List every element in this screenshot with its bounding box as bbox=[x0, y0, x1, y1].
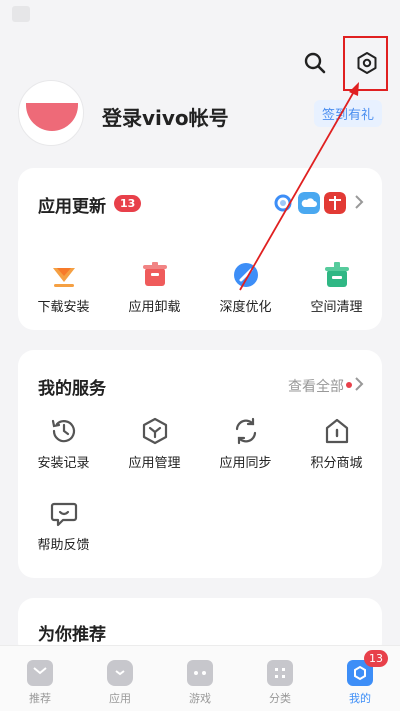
action-label: 深度优化 bbox=[219, 300, 272, 315]
app-manage-icon bbox=[142, 417, 167, 445]
trash-icon bbox=[142, 262, 167, 286]
tab-apps[interactable]: 应用 bbox=[80, 646, 160, 711]
update-actions-row: 下载安装 应用卸载 深度优化 空间清理 bbox=[18, 260, 382, 315]
notification-dot bbox=[346, 382, 352, 388]
category-icon bbox=[267, 660, 293, 686]
bottom-tab-bar: 推荐 应用 游戏 分类 我的 13 bbox=[0, 645, 400, 711]
service-label: 帮助反馈 bbox=[37, 538, 90, 553]
status-bar bbox=[0, 0, 400, 30]
tab-label: 应用 bbox=[109, 692, 131, 705]
feedback-icon bbox=[50, 502, 77, 527]
see-all-link[interactable]: 查看全部 bbox=[288, 376, 344, 396]
my-services-card: 我的服务 查看全部 安装记录 应用管理 应用同步 积分商城 帮助反馈 bbox=[18, 350, 382, 578]
signin-reward-button[interactable]: 签到有礼 bbox=[313, 100, 382, 127]
services-row-1: 安装记录 应用管理 应用同步 积分商城 bbox=[18, 416, 382, 471]
profile-section: 登录vivo帐号 签到有礼 bbox=[18, 80, 382, 150]
update-count-badge: 13 bbox=[114, 195, 142, 212]
recommend-title: 为你推荐 bbox=[38, 625, 106, 645]
recommend-icon bbox=[27, 660, 53, 686]
action-label: 下载安装 bbox=[37, 300, 90, 315]
tab-recommend[interactable]: 推荐 bbox=[0, 646, 80, 711]
chevron-right-icon[interactable] bbox=[354, 194, 364, 210]
action-download-install[interactable]: 下载安装 bbox=[18, 260, 109, 315]
mine-count-badge: 13 bbox=[364, 650, 388, 667]
action-label: 应用卸载 bbox=[128, 300, 181, 315]
avatar[interactable] bbox=[18, 80, 84, 146]
login-link[interactable]: 登录vivo帐号 bbox=[102, 102, 229, 131]
service-label: 安装记录 bbox=[37, 456, 90, 471]
tab-label: 推荐 bbox=[29, 692, 51, 705]
service-help-feedback[interactable]: 帮助反馈 bbox=[18, 498, 109, 553]
services-row-2: 帮助反馈 bbox=[18, 498, 382, 553]
service-app-sync[interactable]: 应用同步 bbox=[200, 416, 291, 471]
tab-label: 我的 bbox=[349, 692, 371, 705]
my-services-title: 我的服务 bbox=[38, 379, 106, 399]
tab-category[interactable]: 分类 bbox=[240, 646, 320, 711]
action-deep-optimize[interactable]: 深度优化 bbox=[200, 260, 291, 315]
service-install-history[interactable]: 安装记录 bbox=[18, 416, 109, 471]
service-label: 应用同步 bbox=[219, 456, 272, 471]
history-icon bbox=[51, 419, 75, 443]
action-uninstall[interactable]: 应用卸载 bbox=[109, 260, 200, 315]
tab-games[interactable]: 游戏 bbox=[160, 646, 240, 711]
service-app-manage[interactable]: 应用管理 bbox=[109, 416, 200, 471]
action-label: 空间清理 bbox=[310, 300, 363, 315]
tab-label: 分类 bbox=[269, 692, 291, 705]
status-app-icon bbox=[12, 6, 30, 22]
download-icon bbox=[52, 268, 75, 287]
action-space-clean[interactable]: 空间清理 bbox=[291, 260, 382, 315]
search-icon bbox=[304, 52, 326, 74]
sync-icon bbox=[235, 417, 256, 445]
service-points-mall[interactable]: 积分商城 bbox=[291, 416, 382, 471]
gamepad-icon bbox=[187, 660, 213, 686]
tab-mine[interactable]: 我的 13 bbox=[320, 646, 400, 711]
broom-icon bbox=[324, 262, 349, 287]
app-thumb-browser-icon bbox=[274, 194, 292, 212]
app-thumb-cloud-icon bbox=[298, 192, 320, 214]
service-label: 应用管理 bbox=[128, 456, 181, 471]
store-icon bbox=[325, 418, 348, 444]
app-update-card: 应用更新 13 下载安装 应用卸载 深度优化 空间清理 bbox=[18, 168, 382, 330]
service-label: 积分商城 bbox=[310, 456, 363, 471]
search-button[interactable] bbox=[300, 48, 330, 78]
optimize-icon bbox=[233, 263, 258, 287]
app-thumb-red-app-icon bbox=[324, 192, 346, 214]
chevron-right-icon[interactable] bbox=[354, 376, 364, 392]
app-update-title[interactable]: 应用更新 bbox=[38, 192, 106, 217]
tab-label: 游戏 bbox=[189, 692, 211, 705]
update-app-thumbnails[interactable] bbox=[272, 192, 346, 214]
apps-icon bbox=[107, 660, 133, 686]
